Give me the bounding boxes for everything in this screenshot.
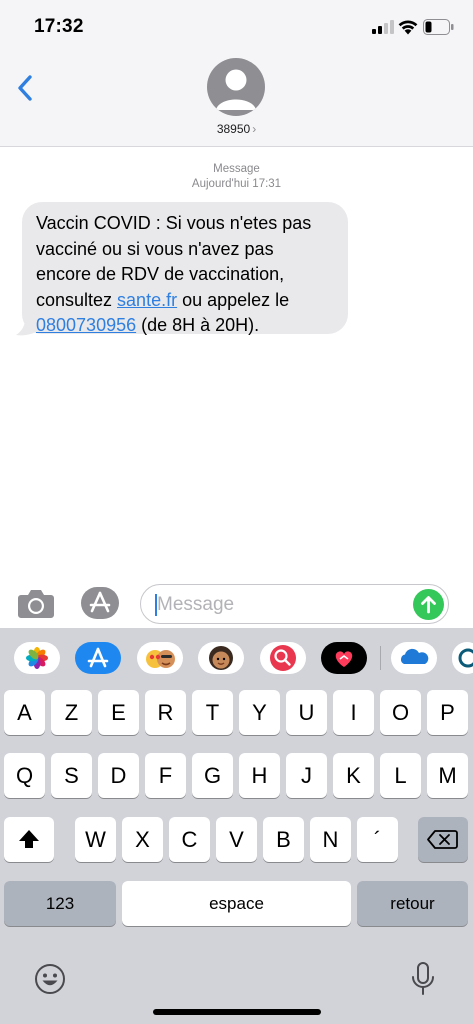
back-chevron-icon[interactable] <box>12 72 42 104</box>
drawer-divider <box>380 646 381 670</box>
return-key[interactable]: retour <box>357 881 468 926</box>
key-j[interactable]: J <box>286 753 327 798</box>
key-h[interactable]: H <box>239 753 280 798</box>
delete-key[interactable] <box>418 817 468 862</box>
key-acute-accent[interactable]: ´ <box>357 817 398 862</box>
digital-touch-icon[interactable] <box>321 642 367 674</box>
status-time: 17:32 <box>34 16 84 37</box>
key-p[interactable]: P <box>427 690 468 735</box>
message-text: consultez <box>36 289 118 310</box>
camera-icon[interactable] <box>17 587 55 619</box>
numbers-key[interactable]: 123 <box>4 881 116 926</box>
space-key[interactable]: espace <box>122 881 351 926</box>
key-x[interactable]: X <box>122 817 163 862</box>
contact-name-row[interactable]: 38950 › <box>0 122 473 136</box>
key-m[interactable]: M <box>427 753 468 798</box>
message-date: Aujourd'hui 17:31 <box>191 178 282 190</box>
backspace-icon <box>427 830 458 849</box>
service-label: Message <box>213 163 260 175</box>
key-u[interactable]: U <box>286 690 327 735</box>
key-c[interactable]: C <box>169 817 210 862</box>
key-n[interactable]: N <box>310 817 351 862</box>
key-o[interactable]: O <box>380 690 421 735</box>
key-i[interactable]: I <box>333 690 374 735</box>
conversation-header: 38950 › <box>0 54 473 147</box>
message-line: Vaccin COVID : Si vous n'etes pas <box>36 213 312 233</box>
status-bar: 17:32 <box>0 0 473 54</box>
message-line: 0800730956 (de 8H à 20H). <box>36 313 334 339</box>
emoji-icon[interactable] <box>34 963 66 995</box>
memoji-icon[interactable] <box>198 642 244 674</box>
onedrive-icon[interactable] <box>391 642 437 674</box>
key-b[interactable]: B <box>263 817 304 862</box>
key-f[interactable]: F <box>145 753 186 798</box>
battery-icon <box>423 19 454 35</box>
message-line: encore de RDV de vaccination, <box>36 264 285 284</box>
key-k[interactable]: K <box>333 753 374 798</box>
message-text: (de 8H à 20H). <box>136 315 260 335</box>
key-a[interactable]: A <box>4 690 45 735</box>
chevron-right-icon: › <box>252 122 257 136</box>
contact-name: 38950 <box>216 122 251 136</box>
contact-avatar[interactable] <box>207 58 265 116</box>
key-r[interactable]: R <box>145 690 186 735</box>
message-line: consultez sante.fr ou appelez le <box>36 288 334 314</box>
key-d[interactable]: D <box>98 753 139 798</box>
memoji-stickers-icon[interactable] <box>137 642 183 674</box>
arrow-up-icon <box>421 596 436 614</box>
key-v[interactable]: V <box>216 817 257 862</box>
imessage-app-drawer <box>0 628 473 686</box>
send-button[interactable] <box>413 589 444 620</box>
search-images-icon[interactable] <box>260 642 306 674</box>
key-y[interactable]: Y <box>239 690 280 735</box>
phone-number-link[interactable]: 0800730956 <box>36 315 136 335</box>
key-g[interactable]: G <box>192 753 233 798</box>
app-store-icon[interactable] <box>75 642 121 674</box>
key-l[interactable]: L <box>380 753 421 798</box>
key-w[interactable]: W <box>75 817 116 862</box>
key-s[interactable]: S <box>51 753 92 798</box>
website-link[interactable]: sante.fr <box>117 290 177 310</box>
home-indicator[interactable] <box>153 1009 321 1015</box>
key-z[interactable]: Z <box>51 690 92 735</box>
shift-arrow-icon <box>19 830 39 848</box>
app-store-apps-icon[interactable] <box>80 586 120 620</box>
received-message-bubble[interactable]: Vaccin COVID : Si vous n'etes pas vaccin… <box>22 202 348 335</box>
message-input[interactable]: Message <box>140 584 449 624</box>
microphone-icon[interactable] <box>410 961 436 997</box>
wifi-icon <box>398 20 418 35</box>
more-apps-icon[interactable] <box>452 642 473 674</box>
keyboard: A Z E R T Y U I O P Q S D F G H J K L M … <box>0 686 473 1024</box>
person-silhouette-icon <box>216 69 256 110</box>
key-e[interactable]: E <box>98 690 139 735</box>
message-text: ou appelez le <box>177 289 290 310</box>
photos-icon[interactable] <box>14 642 60 674</box>
shift-key[interactable] <box>4 817 54 862</box>
message-line: vacciné ou si vous n'avez pas <box>36 238 274 259</box>
cellular-signal-icon <box>372 20 394 34</box>
key-t[interactable]: T <box>192 690 233 735</box>
thread-timestamp: Message Aujourd'hui 17:31 <box>0 162 473 192</box>
message-placeholder: Message <box>157 594 235 615</box>
key-q[interactable]: Q <box>4 753 45 798</box>
